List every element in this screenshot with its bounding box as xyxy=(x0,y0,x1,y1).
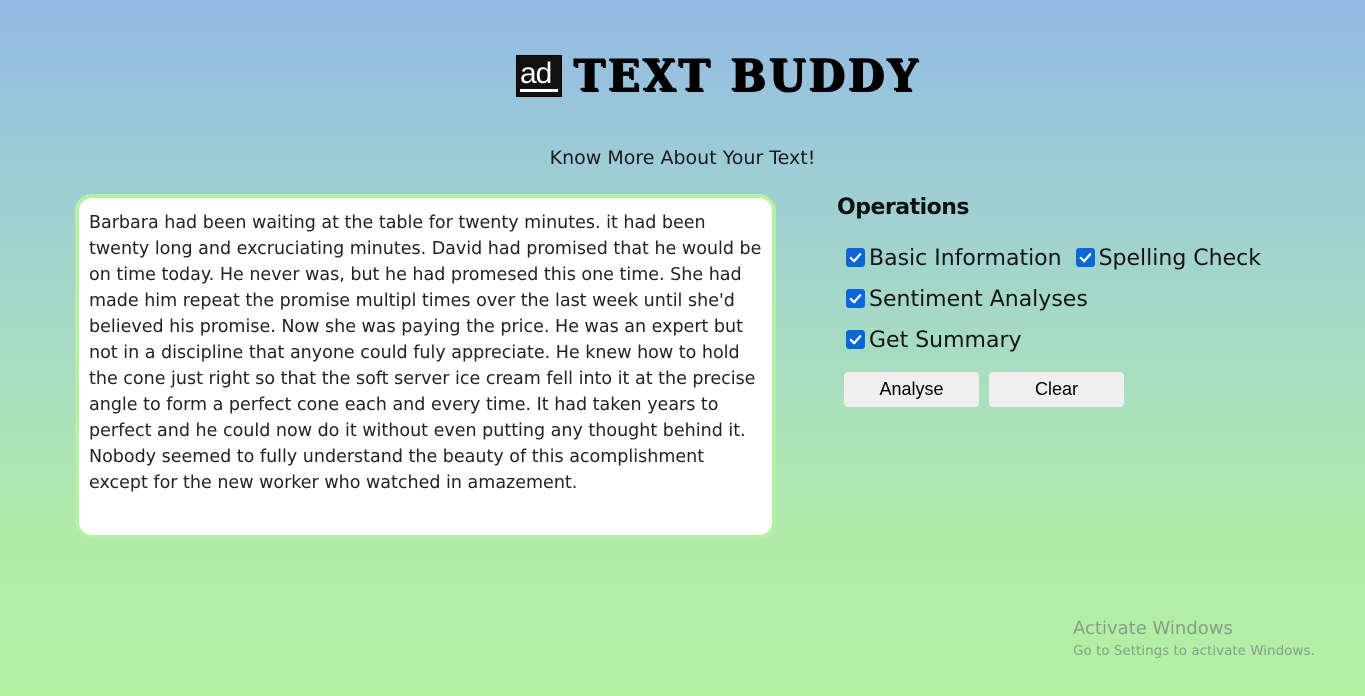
page-subtitle: Know More About Your Text! xyxy=(549,147,816,169)
option-spelling-check[interactable]: Spelling Check xyxy=(1075,244,1261,274)
logo-badge-text: ad xyxy=(520,57,552,90)
option-label[interactable]: Get Summary xyxy=(869,326,1022,356)
option-sentiment-analyses[interactable]: Sentiment Analyses xyxy=(846,285,1088,315)
checkbox-checked-icon[interactable] xyxy=(846,288,865,308)
windows-activation-watermark: Activate Windows Go to Settings to activ… xyxy=(1073,618,1315,662)
option-label[interactable]: Basic Information xyxy=(869,244,1062,274)
checkbox-checked-icon[interactable] xyxy=(1075,247,1095,267)
option-basic-information[interactable]: Basic Information xyxy=(846,244,1062,274)
option-get-summary[interactable]: Get Summary xyxy=(846,326,1022,356)
checkbox-checked-icon[interactable] xyxy=(846,329,865,349)
logo-title: TEXT BUDDY xyxy=(574,49,921,102)
checkbox-checked-icon[interactable] xyxy=(846,247,865,267)
clear-button[interactable]: Clear xyxy=(989,372,1124,407)
app-logo: ad TEXT BUDDY xyxy=(516,49,921,102)
operations-row-1: Basic Information Spelling Check xyxy=(846,244,1275,274)
logo-badge-icon: ad xyxy=(516,55,562,97)
logo-badge-underline xyxy=(520,89,558,92)
operations-heading: Operations xyxy=(837,195,970,220)
text-input-content[interactable]: Barbara had been waiting at the table fo… xyxy=(89,210,762,496)
text-input-area[interactable]: Barbara had been waiting at the table fo… xyxy=(75,194,776,539)
watermark-title: Activate Windows xyxy=(1073,618,1233,639)
option-label[interactable]: Spelling Check xyxy=(1099,244,1261,274)
analyse-button[interactable]: Analyse xyxy=(844,372,979,407)
operations-row-3: Get Summary xyxy=(846,326,1036,356)
operations-row-2: Sentiment Analyses xyxy=(846,285,1102,315)
option-label[interactable]: Sentiment Analyses xyxy=(869,285,1088,315)
watermark-subtitle: Go to Settings to activate Windows. xyxy=(1073,643,1315,659)
